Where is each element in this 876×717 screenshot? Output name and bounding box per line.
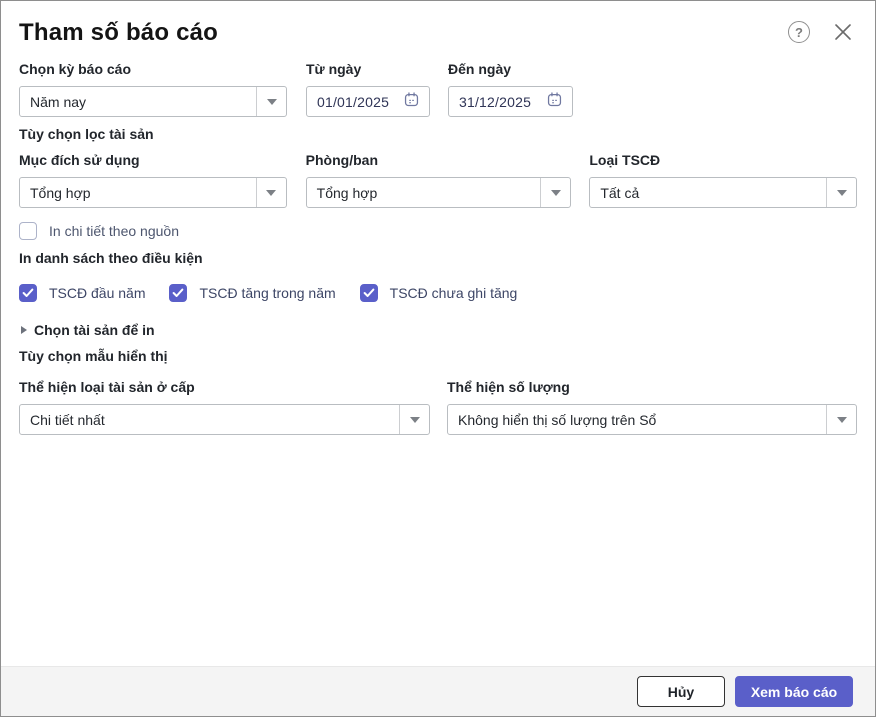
display-section-title: Tùy chọn mẫu hiển thị <box>19 348 857 365</box>
from-date-input[interactable]: 01/01/2025 <box>306 86 430 117</box>
check-icon <box>172 288 184 298</box>
dialog-header: Tham số báo cáo ? <box>19 17 857 49</box>
condition-not-recorded-checkbox[interactable] <box>360 284 378 302</box>
to-date-label: Đến ngày <box>448 61 573 78</box>
quantity-display-label: Thể hiện số lượng <box>447 379 857 396</box>
asset-type-label: Loại TSCĐ <box>589 152 857 169</box>
condition-begin-year-item[interactable]: TSCĐ đầu năm <box>19 284 145 302</box>
department-dropdown-button[interactable] <box>540 178 570 207</box>
to-date-input[interactable]: 31/12/2025 <box>448 86 573 117</box>
condition-not-recorded-item[interactable]: TSCĐ chưa ghi tăng <box>360 284 518 302</box>
quantity-display-select[interactable]: Không hiển thị số lượng trên Sổ <box>447 404 857 435</box>
from-date-value: 01/01/2025 <box>317 94 389 110</box>
department-value: Tổng hợp <box>307 178 541 207</box>
asset-picker-expander[interactable]: Chọn tài sản để in <box>19 322 857 338</box>
chevron-down-icon <box>551 190 561 196</box>
calendar-icon[interactable] <box>546 91 563 113</box>
filter-row: Mục đích sử dụng Tổng hợp Phòng/ban Tổng… <box>19 152 857 208</box>
check-icon <box>363 288 375 298</box>
dialog-footer: Hủy Xem báo cáo <box>1 666 875 716</box>
report-parameters-dialog: Tham số báo cáo ? Chọn kỳ báo cáo Năm na… <box>0 0 876 717</box>
close-icon[interactable] <box>832 21 854 43</box>
condition-increase-label: TSCĐ tăng trong năm <box>199 284 335 302</box>
help-icon[interactable]: ? <box>788 21 810 43</box>
chevron-down-icon <box>266 190 276 196</box>
conditions-checkbox-row: TSCĐ đầu năm TSCĐ tăng trong năm TSCĐ ch… <box>19 284 857 302</box>
condition-not-recorded-label: TSCĐ chưa ghi tăng <box>390 284 518 302</box>
conditions-section-title: In danh sách theo điều kiện <box>19 250 857 267</box>
asset-level-dropdown-button[interactable] <box>399 405 429 434</box>
usage-purpose-select[interactable]: Tổng hợp <box>19 177 287 208</box>
to-date-value: 31/12/2025 <box>459 94 531 110</box>
cancel-button[interactable]: Hủy <box>637 676 725 707</box>
asset-type-dropdown-button[interactable] <box>826 178 856 207</box>
department-label: Phòng/ban <box>306 152 572 169</box>
display-row: Thể hiện loại tài sản ở cấp Chi tiết nhấ… <box>19 379 857 435</box>
usage-purpose-value: Tổng hợp <box>20 178 256 207</box>
usage-purpose-dropdown-button[interactable] <box>256 178 286 207</box>
condition-increase-checkbox[interactable] <box>169 284 187 302</box>
report-period-dropdown-button[interactable] <box>256 87 286 116</box>
condition-begin-year-label: TSCĐ đầu năm <box>49 284 145 302</box>
report-period-value: Năm nay <box>20 87 256 116</box>
detail-by-source-label: In chi tiết theo nguồn <box>49 222 179 240</box>
filter-section-title: Tùy chọn lọc tài sản <box>19 126 857 143</box>
department-select[interactable]: Tổng hợp <box>306 177 572 208</box>
chevron-right-icon <box>21 326 27 334</box>
condition-increase-item[interactable]: TSCĐ tăng trong năm <box>169 284 335 302</box>
detail-by-source-checkbox[interactable] <box>19 222 37 240</box>
asset-level-label: Thể hiện loại tài sản ở cấp <box>19 379 430 396</box>
help-glyph: ? <box>795 25 803 40</box>
calendar-icon[interactable] <box>403 91 420 113</box>
detail-by-source-checkbox-item[interactable]: In chi tiết theo nguồn <box>19 222 857 240</box>
asset-level-value: Chi tiết nhất <box>20 405 399 434</box>
chevron-down-icon <box>267 99 277 105</box>
chevron-down-icon <box>837 190 847 196</box>
asset-picker-label: Chọn tài sản để in <box>34 322 155 338</box>
quantity-display-dropdown-button[interactable] <box>826 405 856 434</box>
chevron-down-icon <box>837 417 847 423</box>
quantity-display-value: Không hiển thị số lượng trên Sổ <box>448 405 826 434</box>
usage-purpose-label: Mục đích sử dụng <box>19 152 287 169</box>
check-icon <box>22 288 34 298</box>
asset-type-select[interactable]: Tất cả <box>589 177 857 208</box>
dialog-title: Tham số báo cáo <box>19 17 218 49</box>
view-report-button[interactable]: Xem báo cáo <box>735 676 853 707</box>
asset-type-value: Tất cả <box>590 178 826 207</box>
from-date-label: Từ ngày <box>306 61 430 78</box>
asset-level-select[interactable]: Chi tiết nhất <box>19 404 430 435</box>
header-icons: ? <box>788 21 854 43</box>
condition-begin-year-checkbox[interactable] <box>19 284 37 302</box>
report-period-select[interactable]: Năm nay <box>19 86 287 117</box>
chevron-down-icon <box>410 417 420 423</box>
report-period-label: Chọn kỳ báo cáo <box>19 61 287 78</box>
period-row: Chọn kỳ báo cáo Năm nay Từ ngày 01/01/20… <box>19 61 857 117</box>
